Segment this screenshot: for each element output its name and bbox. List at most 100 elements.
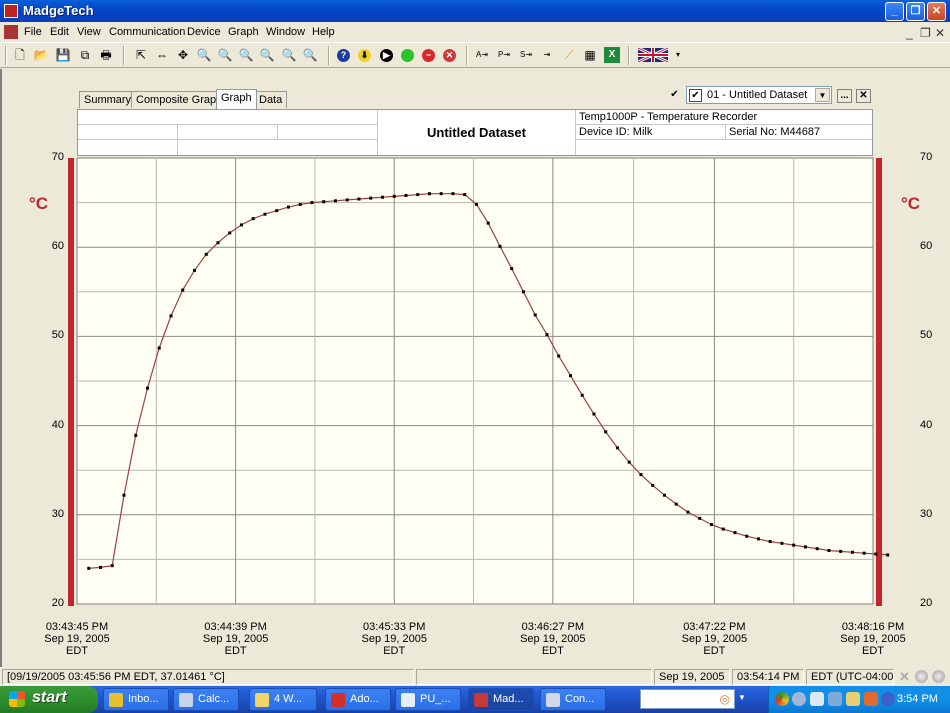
menu-view[interactable]: View bbox=[77, 26, 101, 38]
menu-edit[interactable]: Edit bbox=[50, 26, 69, 38]
close-button[interactable]: ✕ bbox=[927, 2, 946, 21]
adobe-icon bbox=[331, 693, 345, 707]
restore-button[interactable]: ❐ bbox=[906, 2, 925, 21]
menu-device[interactable]: Device bbox=[187, 26, 221, 38]
mdi-restore-button[interactable]: ❐ bbox=[920, 26, 931, 40]
dataset-dropdown[interactable]: ✔ 01 - Untitled Dataset ▼ bbox=[686, 86, 832, 104]
tab-composite-graph[interactable]: Composite Graph bbox=[131, 91, 228, 108]
document-icon[interactable] bbox=[4, 25, 18, 39]
taskbar-item[interactable]: Ado... bbox=[325, 688, 391, 711]
menu-help[interactable]: Help bbox=[312, 26, 335, 38]
tray-security-icon[interactable] bbox=[864, 692, 878, 706]
taskbar-item[interactable]: Inbo... bbox=[103, 688, 169, 711]
taskbar-item[interactable]: Con... bbox=[540, 688, 606, 711]
excel-export-icon[interactable]: X bbox=[604, 47, 620, 63]
mdi-minimize-button[interactable]: _ bbox=[906, 26, 913, 40]
go-icon[interactable] bbox=[401, 49, 414, 62]
data-point bbox=[145, 386, 149, 390]
x-tick-label: 03:46:27 PM Sep 19, 2005 EDT bbox=[508, 621, 598, 657]
calculator-icon[interactable]: ▦ bbox=[582, 47, 598, 63]
menu-file[interactable]: File bbox=[24, 26, 42, 38]
toolbar-separator bbox=[123, 46, 125, 65]
trace-icon[interactable]: ⟋ bbox=[561, 47, 577, 63]
tab-data[interactable]: Data bbox=[254, 91, 288, 108]
taskbar-item[interactable]: Mad... bbox=[468, 688, 534, 711]
data-point bbox=[721, 527, 725, 531]
data-point bbox=[827, 548, 831, 552]
zoom-reset-icon[interactable]: 🔍 bbox=[302, 47, 318, 63]
uk-flag-icon[interactable] bbox=[637, 46, 669, 64]
tray-network-icon[interactable] bbox=[792, 692, 806, 706]
start-icon[interactable]: ▶ bbox=[380, 49, 393, 62]
x-tick-time: 03:43:45 PM bbox=[45, 621, 109, 633]
minimize-button[interactable]: _ bbox=[885, 2, 904, 21]
copy-pages-icon[interactable]: ⧉ bbox=[77, 47, 93, 63]
taskbar-item[interactable]: Calc... bbox=[173, 688, 239, 711]
data-point bbox=[557, 354, 561, 358]
data-point bbox=[345, 198, 349, 202]
data-point bbox=[521, 290, 525, 294]
status-bar: [09/19/2005 03:45:56 PM EDT, 37.01461 °C… bbox=[0, 668, 950, 686]
data-point bbox=[369, 196, 373, 200]
mdi-close-button[interactable]: ✕ bbox=[935, 26, 945, 40]
stop-icon[interactable]: − bbox=[422, 49, 435, 62]
disconnect-icon[interactable]: ✕ bbox=[899, 669, 910, 685]
new-file-icon[interactable]: 🗋 bbox=[12, 47, 28, 63]
annotation-a-icon[interactable]: A⇥ bbox=[474, 47, 490, 63]
annotation-icon[interactable]: ⇥ bbox=[539, 47, 555, 63]
download-icon[interactable]: ⬇ bbox=[358, 49, 371, 62]
dataset-close-button[interactable]: ✕ bbox=[856, 89, 871, 103]
open-folder-icon[interactable]: 📂 bbox=[33, 47, 49, 63]
menu-communication[interactable]: Communication bbox=[109, 26, 185, 38]
temperature-chart[interactable] bbox=[0, 150, 950, 620]
tray-update-icon[interactable] bbox=[881, 692, 895, 706]
data-point bbox=[216, 241, 220, 245]
data-point bbox=[416, 193, 420, 197]
cancel-icon[interactable]: ✕ bbox=[443, 49, 456, 62]
zoom-vertical-icon[interactable]: 🔍 bbox=[281, 47, 297, 63]
data-point bbox=[427, 192, 431, 196]
toolbar-grip bbox=[5, 46, 7, 65]
tab-graph[interactable]: Graph bbox=[216, 89, 257, 109]
dataset-options-button[interactable]: ... bbox=[837, 89, 852, 103]
tray-network-warning-icon[interactable] bbox=[828, 692, 842, 706]
data-point bbox=[733, 531, 737, 535]
select-pointer-icon[interactable]: ⇱ bbox=[133, 47, 149, 63]
help-icon[interactable]: ? bbox=[337, 49, 350, 62]
move-icon[interactable]: ✥ bbox=[175, 47, 191, 63]
data-point bbox=[709, 523, 713, 527]
taskbar-item-label: Inbo... bbox=[128, 693, 159, 705]
start-button[interactable]: start bbox=[0, 686, 98, 713]
x-tick-label: 03:43:45 PM Sep 19, 2005 EDT bbox=[32, 621, 122, 657]
tray-pen-icon[interactable] bbox=[810, 692, 824, 706]
language-dropdown-arrow[interactable]: ▾ bbox=[670, 47, 686, 63]
save-icon[interactable]: 💾 bbox=[55, 47, 71, 63]
pan-horizontal-icon[interactable]: ⇔ bbox=[154, 47, 170, 63]
taskbar-item[interactable]: PU_... bbox=[395, 688, 461, 711]
zoom-in-icon[interactable]: 🔍 bbox=[196, 47, 212, 63]
address-dropdown-arrow[interactable]: ▼ bbox=[738, 693, 746, 702]
taskbar-item[interactable]: 4 W... bbox=[249, 688, 317, 711]
zoom-horizontal-icon[interactable]: 🔍 bbox=[259, 47, 275, 63]
status-panel-empty bbox=[416, 669, 652, 685]
taskbar-item-label: Mad... bbox=[493, 693, 524, 705]
print-icon[interactable]: 🖶 bbox=[98, 47, 114, 63]
tray-app-icon[interactable] bbox=[775, 692, 789, 706]
tab-summary[interactable]: Summary bbox=[79, 91, 137, 108]
zoom-out-icon[interactable]: 🔍 bbox=[217, 47, 233, 63]
data-point bbox=[627, 460, 631, 464]
annotation-p-icon[interactable]: P⇥ bbox=[496, 47, 512, 63]
chevron-down-icon[interactable]: ▼ bbox=[815, 88, 830, 102]
address-input[interactable]: ◎ bbox=[640, 689, 735, 709]
menu-window[interactable]: Window bbox=[266, 26, 305, 38]
show-all-datasets-checkbox[interactable]: ✔ bbox=[668, 89, 681, 102]
data-point bbox=[780, 541, 784, 545]
tray-drive-icon[interactable] bbox=[846, 692, 860, 706]
annotation-s-icon[interactable]: S⇥ bbox=[518, 47, 534, 63]
zoom-region-icon[interactable]: 🔍 bbox=[238, 47, 254, 63]
x-tick-date: Sep 19, 2005 bbox=[202, 633, 269, 645]
x-tick-date: Sep 19, 2005 bbox=[840, 633, 906, 645]
data-point bbox=[251, 217, 255, 221]
dataset-visible-checkbox[interactable]: ✔ bbox=[689, 89, 702, 102]
menu-graph[interactable]: Graph bbox=[228, 26, 259, 38]
